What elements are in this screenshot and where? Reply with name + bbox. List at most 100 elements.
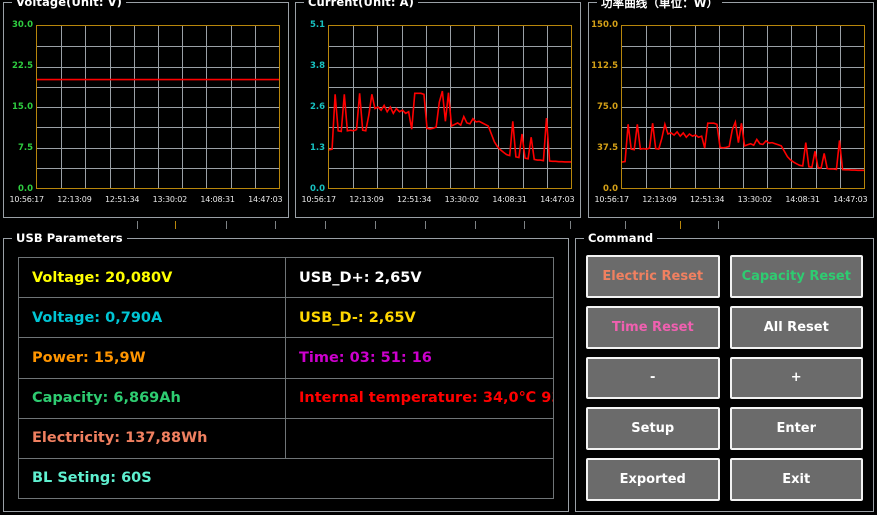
timeline-tick	[275, 221, 276, 229]
usb-parameters-title: USB Parameters	[12, 231, 127, 245]
command-button-grid: Electric Reset Capacity Reset Time Reset Al…	[586, 255, 863, 501]
decrement-button[interactable]: -	[586, 356, 720, 400]
electricity-value: Electricity: 137,88Wh	[19, 418, 286, 458]
x-tick-label: 14:08:31	[200, 195, 235, 204]
y-tick-label: 75.0	[597, 102, 618, 112]
x-tick-label: 14:08:31	[785, 195, 820, 204]
chart-panel-current: Current(Unit: A) 5.1 3.8 2.6 1.3 0.0 10:56:1…	[295, 0, 581, 218]
plot-area-power	[621, 25, 865, 189]
empty-cell	[286, 419, 553, 458]
x-tick-label: 12:13:09	[349, 195, 384, 204]
capacity-reset-button[interactable]: Capacity Reset	[729, 255, 863, 298]
timeline-tick	[325, 221, 326, 229]
timeline-tick	[625, 221, 626, 229]
y-tick-label: 15.0	[12, 102, 33, 112]
chart-series-power	[622, 26, 864, 188]
y-axis-labels-power: 150.0 112.5 75.0 37.5 0.0	[589, 20, 621, 194]
plot-area-current	[328, 25, 572, 189]
y-tick-label: 0.0	[309, 184, 325, 194]
y-tick-label: 22.5	[12, 61, 33, 71]
x-tick-label: 13:30:02	[737, 195, 773, 204]
x-tick-label: 13:30:02	[152, 195, 188, 204]
enter-button[interactable]: Enter	[729, 407, 863, 451]
x-tick-label: 10:56:17	[301, 195, 337, 204]
y-axis-labels-voltage: 30.0 22.5 15.0 7.5 0.0	[4, 20, 36, 194]
timeline-tick-strip	[0, 220, 877, 230]
y-tick-label: 30.0	[12, 20, 33, 30]
x-tick-label: 14:08:31	[492, 195, 527, 204]
usb-dplus-value: USB_D+: 2,65V	[299, 269, 422, 286]
x-axis-labels-voltage: 10:56:17 12:13:09 12:51:34 13:30:02 14:08:31…	[4, 195, 288, 209]
usb-parameters-panel: USB Parameters Voltage: 20,080V USB_D+: 2…	[3, 231, 569, 512]
exit-button[interactable]: Exit	[729, 458, 863, 501]
y-tick-label: 0.0	[602, 184, 618, 194]
exported-button[interactable]: Exported	[586, 458, 720, 501]
x-axis-labels-power: 10:56:17 12:13:09 12:51:34 13:30:02 14:08:31…	[589, 195, 873, 209]
x-tick-label: 13:30:02	[444, 195, 480, 204]
y-tick-label: 150.0	[591, 20, 618, 30]
chart-panel-power: 功率曲线（单位：W） 150.0 112.5 75.0 37.5 0.0 10:56:1…	[588, 0, 874, 218]
y-tick-label: 2.6	[309, 102, 325, 112]
electric-reset-button[interactable]: Electric Reset	[586, 255, 720, 298]
x-axis-labels-current: 10:56:17 12:13:09 12:51:34 13:30:02 14:08:31…	[296, 195, 580, 209]
timeline-tick	[375, 221, 376, 229]
setup-button[interactable]: Setup	[586, 407, 720, 451]
timeline-tick	[680, 221, 681, 229]
y-tick-label: 1.3	[309, 143, 325, 153]
timeline-tick	[524, 221, 525, 229]
y-tick-label: 112.5	[591, 61, 618, 71]
table-row: Voltage: 20,080V USB_D+: 2,65V	[19, 258, 553, 299]
power-value: Power: 15,9W	[19, 338, 286, 378]
x-tick-label: 12:51:34	[689, 195, 725, 204]
timeline-tick	[718, 221, 719, 229]
table-row: BL Seting: 60S	[19, 459, 553, 498]
current-value: Voltage: 0,790A	[19, 298, 286, 338]
y-tick-label: 0.0	[17, 184, 33, 194]
chart-panel-voltage: Voltage(Unit: V) 30.0 22.5 15.0 7.5 0.0 10:5…	[3, 0, 289, 218]
timeline-tick	[175, 221, 176, 229]
usb-dminus-value: USB_D-: 2,65V	[299, 309, 416, 326]
chart-series-current	[329, 26, 571, 188]
usb-parameters-table: Voltage: 20,080V USB_D+: 2,65V Voltage: 0,…	[18, 257, 554, 499]
timeline-tick	[425, 221, 426, 229]
x-tick-label: 12:51:34	[396, 195, 432, 204]
y-axis-labels-current: 5.1 3.8 2.6 1.3 0.0	[296, 20, 328, 194]
table-row: Voltage: 0,790A USB_D-: 2,65V	[19, 298, 553, 339]
time-reset-button[interactable]: Time Reset	[586, 305, 720, 349]
command-title: Command	[584, 231, 658, 245]
chart-series-voltage	[37, 26, 279, 188]
time-value: Time: 03: 51: 16	[299, 349, 432, 366]
x-tick-label: 14:47:03	[248, 195, 283, 204]
timeline-tick	[226, 221, 227, 229]
x-tick-label: 10:56:17	[9, 195, 45, 204]
chart-title-voltage: Voltage(Unit: V)	[12, 0, 126, 9]
y-tick-label: 37.5	[597, 143, 618, 153]
y-tick-label: 3.8	[309, 61, 325, 71]
x-tick-label: 10:56:17	[594, 195, 630, 204]
timeline-tick	[570, 221, 571, 229]
voltage-value: Voltage: 20,080V	[19, 258, 286, 298]
x-tick-label: 14:47:03	[833, 195, 868, 204]
timeline-tick	[475, 221, 476, 229]
x-tick-label: 12:51:34	[104, 195, 140, 204]
temperature-value: Internal temperature: 34,0℃ 93,2F	[299, 390, 553, 407]
series-line	[622, 122, 864, 170]
x-tick-label: 14:47:03	[540, 195, 575, 204]
all-reset-button[interactable]: All Reset	[729, 305, 863, 349]
plot-area-voltage	[36, 25, 280, 189]
table-row: Electricity: 137,88Wh	[19, 418, 553, 459]
x-tick-label: 12:13:09	[57, 195, 92, 204]
table-row: Capacity: 6,869Ah Internal temperature: 3…	[19, 378, 553, 419]
capacity-value: Capacity: 6,869Ah	[19, 378, 286, 418]
command-panel: Command Electric Reset Capacity Reset Time…	[575, 231, 874, 512]
y-tick-label: 7.5	[17, 143, 33, 153]
chart-title-power: 功率曲线（单位：W）	[597, 0, 723, 11]
timeline-tick	[137, 221, 138, 229]
bl-setting-value: BL Seting: 60S	[32, 470, 152, 487]
x-tick-label: 12:13:09	[642, 195, 677, 204]
chart-title-current: Current(Unit: A)	[304, 0, 419, 9]
increment-button[interactable]: +	[729, 356, 863, 400]
series-line	[329, 91, 571, 162]
table-row: Power: 15,9W Time: 03: 51: 16	[19, 338, 553, 379]
y-tick-label: 5.1	[309, 20, 325, 30]
